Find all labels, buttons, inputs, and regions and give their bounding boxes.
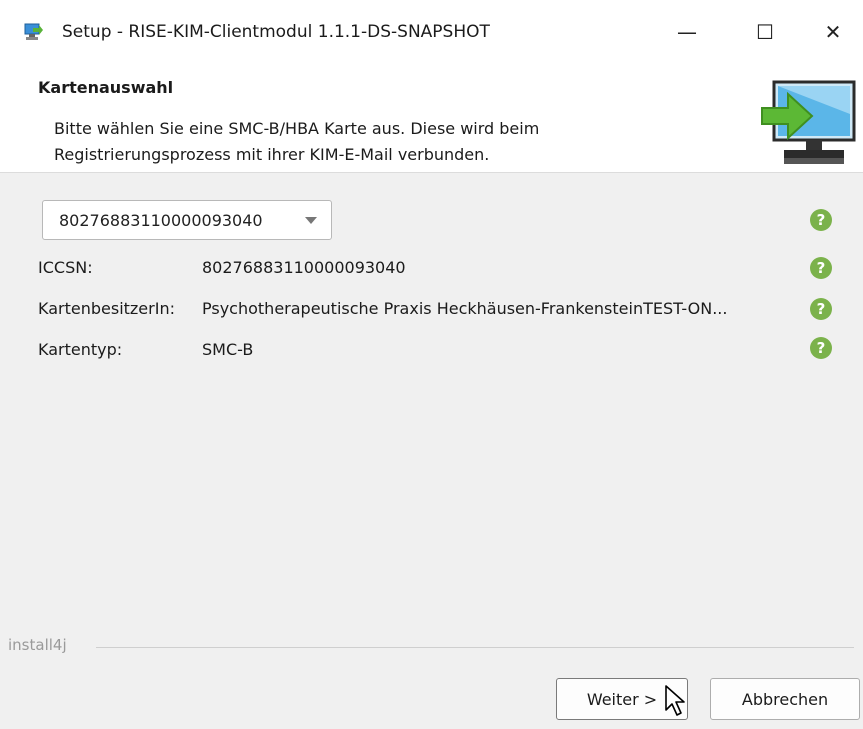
page-description: Bitte wählen Sie eine SMC-B/HBA Karte au… [54,119,540,164]
brand-label: install4j [8,636,67,654]
minimize-icon: — [677,20,697,44]
close-button[interactable]: ✕ [808,12,858,52]
app-icon [24,23,43,40]
help-glyph: ? [816,211,826,229]
card-type-value: SMC-B [202,340,254,359]
owner-value: Psychotherapeutische Praxis Heckhäusen-F… [202,299,728,318]
footer-divider [96,647,854,648]
iccsn-value: 80276883110000093040 [202,258,406,277]
maximize-icon: ☐ [756,20,774,44]
help-icon[interactable]: ? [810,257,832,279]
card-select-dropdown[interactable]: 80276883110000093040 [42,200,332,240]
help-icon[interactable]: ? [810,298,832,320]
iccsn-label: ICCSN: [38,258,93,277]
owner-label: KartenbesitzerIn: [38,299,175,318]
card-type-label: Kartentyp: [38,340,123,359]
title-bar: Setup - RISE-KIM-Clientmodul 1.1.1-DS-SN… [0,0,863,70]
help-glyph: ? [816,300,826,318]
wizard-header: Kartenauswahl Bitte wählen Sie eine SMC-… [0,70,863,173]
cancel-button[interactable]: Abbrechen [710,678,860,720]
close-icon: ✕ [824,20,842,44]
help-icon[interactable]: ? [810,209,832,231]
maximize-button[interactable]: ☐ [740,12,790,52]
help-glyph: ? [816,339,826,357]
window-title: Setup - RISE-KIM-Clientmodul 1.1.1-DS-SN… [62,22,490,42]
chevron-down-icon [305,217,317,224]
computer-arrow-icon [761,80,856,164]
help-icon[interactable]: ? [810,337,832,359]
card-select-value: 80276883110000093040 [59,211,263,230]
minimize-button[interactable]: — [662,12,712,52]
mouse-cursor-icon [665,685,685,716]
page-title: Kartenauswahl [38,78,174,97]
help-glyph: ? [816,259,826,277]
